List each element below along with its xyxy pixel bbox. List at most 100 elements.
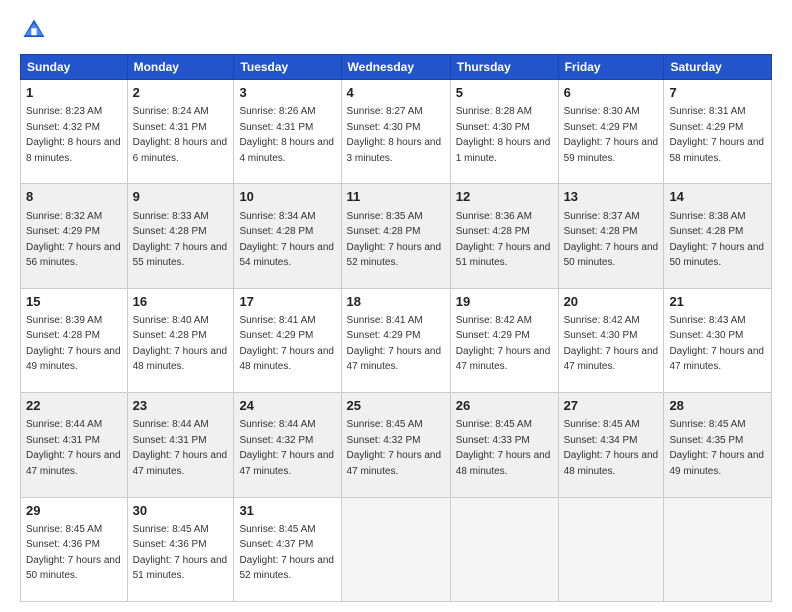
day-number: 5	[456, 84, 553, 102]
day-info: Sunrise: 8:45 AMSunset: 4:32 PMDaylight:…	[347, 419, 442, 477]
day-header-tuesday: Tuesday	[234, 55, 341, 80]
calendar-cell: 4Sunrise: 8:27 AMSunset: 4:30 PMDaylight…	[341, 80, 450, 184]
calendar-week-row: 1 Sunrise: 8:23 AMSunset: 4:32 PMDaylight…	[21, 80, 772, 184]
day-info: Sunrise: 8:33 AMSunset: 4:28 PMDaylight:…	[133, 211, 228, 269]
day-info: Sunrise: 8:32 AMSunset: 4:29 PMDaylight:…	[26, 211, 121, 269]
day-number: 26	[456, 397, 553, 415]
calendar-cell: 26 Sunrise: 8:45 AMSunset: 4:33 PMDayligh…	[450, 393, 558, 497]
day-info: Sunrise: 8:45 AMSunset: 4:36 PMDaylight:…	[26, 524, 121, 582]
day-number: 6	[564, 84, 659, 102]
calendar-cell: 13 Sunrise: 8:37 AMSunset: 4:28 PMDayligh…	[558, 184, 664, 288]
calendar-cell: 31Sunrise: 8:45 AMSunset: 4:37 PMDayligh…	[234, 497, 341, 601]
day-number: 1	[26, 84, 122, 102]
day-info: Sunrise: 8:30 AMSunset: 4:29 PMDaylight:…	[564, 106, 659, 164]
calendar-cell: 9 Sunrise: 8:33 AMSunset: 4:28 PMDaylight…	[127, 184, 234, 288]
logo	[20, 16, 52, 44]
day-number: 25	[347, 397, 445, 415]
calendar-cell: 24 Sunrise: 8:44 AMSunset: 4:32 PMDayligh…	[234, 393, 341, 497]
calendar-week-row: 22 Sunrise: 8:44 AMSunset: 4:31 PMDayligh…	[21, 393, 772, 497]
day-number: 7	[669, 84, 766, 102]
day-info: Sunrise: 8:41 AMSunset: 4:29 PMDaylight:…	[239, 315, 334, 373]
day-info: Sunrise: 8:28 AMSunset: 4:30 PMDaylight:…	[456, 106, 551, 164]
calendar-cell: 17 Sunrise: 8:41 AMSunset: 4:29 PMDayligh…	[234, 288, 341, 392]
calendar-cell: 11 Sunrise: 8:35 AMSunset: 4:28 PMDayligh…	[341, 184, 450, 288]
calendar-week-row: 15 Sunrise: 8:39 AMSunset: 4:28 PMDayligh…	[21, 288, 772, 392]
header	[20, 16, 772, 44]
calendar-cell: 14 Sunrise: 8:38 AMSunset: 4:28 PMDayligh…	[664, 184, 772, 288]
day-number: 30	[133, 502, 229, 520]
day-number: 17	[239, 293, 335, 311]
calendar-cell: 5 Sunrise: 8:28 AMSunset: 4:30 PMDaylight…	[450, 80, 558, 184]
day-info: Sunrise: 8:34 AMSunset: 4:28 PMDaylight:…	[239, 211, 334, 269]
calendar-cell	[450, 497, 558, 601]
day-info: Sunrise: 8:26 AMSunset: 4:31 PMDaylight:…	[239, 106, 334, 164]
calendar-body: 1 Sunrise: 8:23 AMSunset: 4:32 PMDaylight…	[21, 80, 772, 602]
calendar-cell: 1 Sunrise: 8:23 AMSunset: 4:32 PMDaylight…	[21, 80, 128, 184]
day-info: Sunrise: 8:39 AMSunset: 4:28 PMDaylight:…	[26, 315, 121, 373]
day-number: 20	[564, 293, 659, 311]
day-number: 11	[347, 188, 445, 206]
day-number: 14	[669, 188, 766, 206]
day-info: Sunrise: 8:45 AMSunset: 4:35 PMDaylight:…	[669, 419, 764, 477]
day-header-wednesday: Wednesday	[341, 55, 450, 80]
calendar-cell: 2 Sunrise: 8:24 AMSunset: 4:31 PMDaylight…	[127, 80, 234, 184]
calendar-cell: 6 Sunrise: 8:30 AMSunset: 4:29 PMDaylight…	[558, 80, 664, 184]
calendar-header-row: SundayMondayTuesdayWednesdayThursdayFrid…	[21, 55, 772, 80]
day-info: Sunrise: 8:35 AMSunset: 4:28 PMDaylight:…	[347, 211, 442, 269]
day-number: 13	[564, 188, 659, 206]
calendar-cell: 7 Sunrise: 8:31 AMSunset: 4:29 PMDaylight…	[664, 80, 772, 184]
day-number: 27	[564, 397, 659, 415]
calendar-week-row: 29 Sunrise: 8:45 AMSunset: 4:36 PMDayligh…	[21, 497, 772, 601]
day-number: 19	[456, 293, 553, 311]
day-number: 18	[347, 293, 445, 311]
day-number: 23	[133, 397, 229, 415]
day-info: Sunrise: 8:23 AMSunset: 4:32 PMDaylight:…	[26, 106, 121, 164]
calendar-cell: 16 Sunrise: 8:40 AMSunset: 4:28 PMDayligh…	[127, 288, 234, 392]
day-number: 8	[26, 188, 122, 206]
day-number: 28	[669, 397, 766, 415]
day-info: Sunrise: 8:37 AMSunset: 4:28 PMDaylight:…	[564, 211, 659, 269]
day-number: 16	[133, 293, 229, 311]
calendar-cell: 10 Sunrise: 8:34 AMSunset: 4:28 PMDayligh…	[234, 184, 341, 288]
calendar-cell: 12 Sunrise: 8:36 AMSunset: 4:28 PMDayligh…	[450, 184, 558, 288]
day-number: 12	[456, 188, 553, 206]
calendar-cell: 3 Sunrise: 8:26 AMSunset: 4:31 PMDaylight…	[234, 80, 341, 184]
day-number: 31	[239, 502, 335, 520]
day-number: 10	[239, 188, 335, 206]
day-info: Sunrise: 8:44 AMSunset: 4:32 PMDaylight:…	[239, 419, 334, 477]
day-info: Sunrise: 8:42 AMSunset: 4:30 PMDaylight:…	[564, 315, 659, 373]
day-info: Sunrise: 8:40 AMSunset: 4:28 PMDaylight:…	[133, 315, 228, 373]
day-info: Sunrise: 8:38 AMSunset: 4:28 PMDaylight:…	[669, 211, 764, 269]
day-info: Sunrise: 8:31 AMSunset: 4:29 PMDaylight:…	[669, 106, 764, 164]
day-number: 29	[26, 502, 122, 520]
day-number: 15	[26, 293, 122, 311]
day-info: Sunrise: 8:45 AMSunset: 4:34 PMDaylight:…	[564, 419, 659, 477]
day-number: 2	[133, 84, 229, 102]
day-info: Sunrise: 8:45 AMSunset: 4:33 PMDaylight:…	[456, 419, 551, 477]
calendar-cell: 23 Sunrise: 8:44 AMSunset: 4:31 PMDayligh…	[127, 393, 234, 497]
logo-icon	[20, 16, 48, 44]
day-info: Sunrise: 8:36 AMSunset: 4:28 PMDaylight:…	[456, 211, 551, 269]
day-number: 9	[133, 188, 229, 206]
calendar-cell: 25 Sunrise: 8:45 AMSunset: 4:32 PMDayligh…	[341, 393, 450, 497]
calendar-cell: 19Sunrise: 8:42 AMSunset: 4:29 PMDayligh…	[450, 288, 558, 392]
calendar-week-row: 8 Sunrise: 8:32 AMSunset: 4:29 PMDaylight…	[21, 184, 772, 288]
calendar-cell	[664, 497, 772, 601]
day-info: Sunrise: 8:24 AMSunset: 4:31 PMDaylight:…	[133, 106, 228, 164]
day-number: 3	[239, 84, 335, 102]
day-info: Sunrise: 8:27 AMSunset: 4:30 PMDaylight:…	[347, 106, 442, 164]
day-number: 21	[669, 293, 766, 311]
calendar-cell: 18 Sunrise: 8:41 AMSunset: 4:29 PMDayligh…	[341, 288, 450, 392]
day-info: Sunrise: 8:44 AMSunset: 4:31 PMDaylight:…	[133, 419, 228, 477]
calendar-table: SundayMondayTuesdayWednesdayThursdayFrid…	[20, 54, 772, 602]
calendar-cell: 22Sunrise: 8:44 AMSunset: 4:31 PMDayligh…	[21, 393, 128, 497]
calendar-cell	[558, 497, 664, 601]
calendar-cell: 20 Sunrise: 8:42 AMSunset: 4:30 PMDayligh…	[558, 288, 664, 392]
calendar-cell: 27 Sunrise: 8:45 AMSunset: 4:34 PMDayligh…	[558, 393, 664, 497]
day-number: 24	[239, 397, 335, 415]
day-header-sunday: Sunday	[21, 55, 128, 80]
day-number: 22	[26, 397, 122, 415]
day-header-saturday: Saturday	[664, 55, 772, 80]
calendar-cell: 29 Sunrise: 8:45 AMSunset: 4:36 PMDayligh…	[21, 497, 128, 601]
day-info: Sunrise: 8:41 AMSunset: 4:29 PMDaylight:…	[347, 315, 442, 373]
